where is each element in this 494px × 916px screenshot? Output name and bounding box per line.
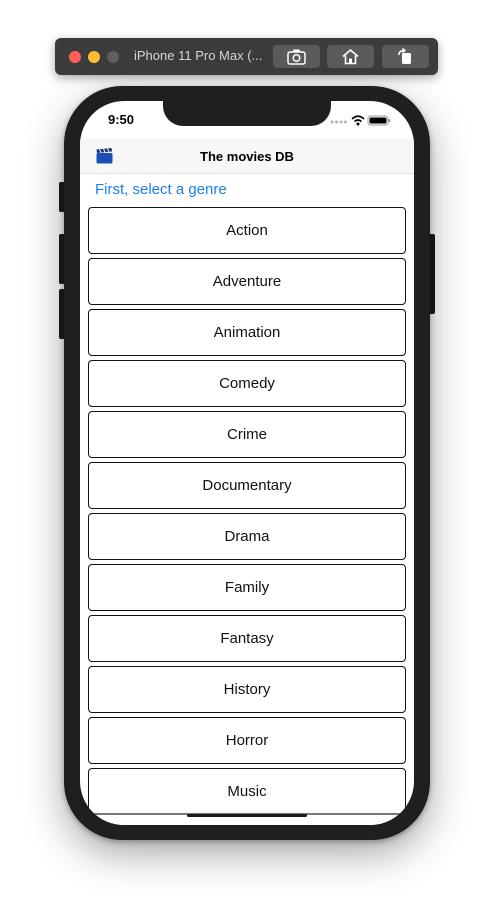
page-title: The movies DB — [200, 149, 294, 164]
close-window-button[interactable] — [69, 51, 81, 63]
genre-button-family[interactable]: Family — [88, 564, 406, 611]
phone-screen: 9:50 The movies DB First, select a genre… — [80, 101, 414, 825]
status-indicators-icon — [330, 115, 391, 126]
screenshot-button[interactable] — [273, 45, 320, 68]
minimize-window-button[interactable] — [88, 51, 100, 63]
genre-button-drama[interactable]: Drama — [88, 513, 406, 560]
genre-button-crime[interactable]: Crime — [88, 411, 406, 458]
genre-button-comedy[interactable]: Comedy — [88, 360, 406, 407]
zoom-window-button[interactable] — [107, 51, 119, 63]
home-icon — [342, 48, 359, 65]
simulator-title-bar: iPhone 11 Pro Max (... — [55, 38, 438, 75]
genre-button-history[interactable]: History — [88, 666, 406, 713]
genre-button-fantasy[interactable]: Fantasy — [88, 615, 406, 662]
genre-list: Action Adventure Animation Comedy Crime … — [88, 207, 406, 819]
genre-button-horror[interactable]: Horror — [88, 717, 406, 764]
genre-button-action[interactable]: Action — [88, 207, 406, 254]
stage: iPhone 11 Pro Max (... 9:50 The movies D… — [0, 0, 494, 916]
genre-button-music[interactable]: Music — [88, 768, 406, 815]
genre-button-adventure[interactable]: Adventure — [88, 258, 406, 305]
status-time: 9:50 — [108, 112, 135, 127]
status-icons — [330, 113, 392, 126]
navigation-bar: The movies DB — [80, 139, 414, 174]
rotate-icon — [398, 48, 411, 64]
genre-button-documentary[interactable]: Documentary — [88, 462, 406, 509]
genre-button-animation[interactable]: Animation — [88, 309, 406, 356]
home-button[interactable] — [327, 45, 374, 68]
notch — [163, 101, 331, 126]
rotate-button[interactable] — [382, 45, 429, 68]
genre-prompt: First, select a genre — [95, 181, 227, 198]
home-indicator[interactable] — [187, 814, 307, 817]
camera-icon — [287, 49, 306, 65]
